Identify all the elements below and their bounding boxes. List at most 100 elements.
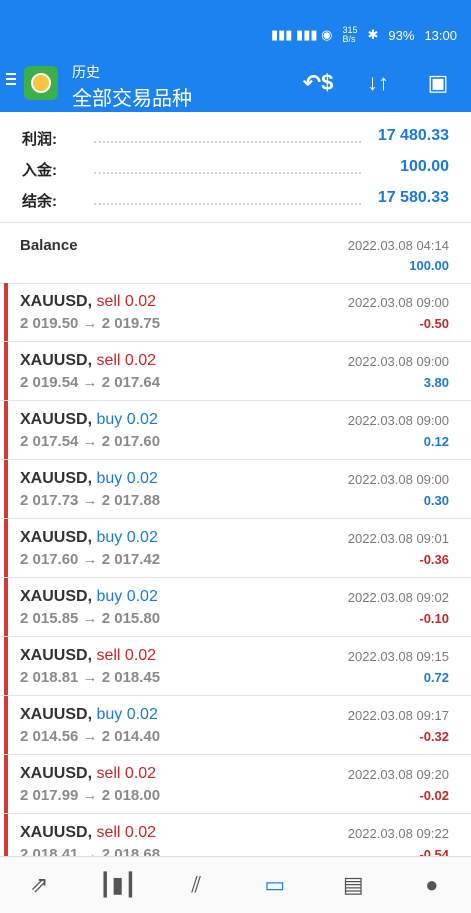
trade-row[interactable]: XAUUSD, sell 0.02 2 018.81 → 2 018.45 2022…	[0, 637, 471, 696]
trade-symbol: XAUUSD, sell 0.02	[20, 352, 156, 370]
trade-row[interactable]: XAUUSD, sell 0.02 2 019.54 → 2 017.64 2022…	[0, 342, 471, 401]
quotes-arrows-icon[interactable]: ⇗	[19, 865, 59, 905]
trade-row[interactable]: XAUUSD, buy 0.02 2 017.54 → 2 017.60 2022.…	[0, 401, 471, 460]
symbol-text: XAUUSD,	[20, 470, 93, 487]
symbol-text: XAUUSD,	[20, 411, 93, 428]
app-logo	[24, 66, 58, 100]
trade-side: buy 0.02	[96, 529, 158, 546]
trade-row[interactable]: XAUUSD, sell 0.02 2 017.99 → 2 018.00 2022…	[0, 755, 471, 814]
summary-panel: 利润: 17 480.33 入金: 100.00 结余: 17 580.33	[0, 124, 471, 217]
bluetooth-icon: ✱	[367, 27, 379, 42]
clock: 13:00	[424, 27, 457, 43]
trade-indicator-bar	[4, 637, 8, 695]
trade-indicator-bar	[4, 460, 8, 518]
trade-row[interactable]: XAUUSD, buy 0.02 2 017.60 → 2 017.42 2022.…	[0, 519, 471, 578]
trade-prices: 2 017.54 → 2 017.60	[20, 433, 161, 450]
trade-side: sell 0.02	[96, 293, 157, 310]
trade-profit: -0.54	[419, 847, 449, 856]
trade-date: 2022.03.08 09:20	[347, 767, 449, 782]
trade-prices: 2 015.85 → 2 015.80	[20, 610, 161, 627]
trade-icon[interactable]: ⫽	[176, 865, 216, 905]
trade-symbol: XAUUSD, sell 0.02	[20, 647, 156, 665]
trade-prices: 2 018.41 → 2 018.68	[20, 846, 161, 856]
balance-date: 2022.03.08 04:14	[347, 238, 449, 253]
net-speed: 315 B/s	[342, 25, 358, 44]
trade-symbol: XAUUSD, buy 0.02	[20, 529, 158, 547]
trade-profit: -0.02	[419, 788, 449, 803]
candlestick-chart-icon[interactable]: ┃▮┃	[98, 865, 138, 905]
trade-profit: -0.32	[419, 729, 449, 744]
news-icon[interactable]: ▤	[333, 865, 373, 905]
menu-icon[interactable]	[6, 70, 16, 88]
trade-row[interactable]: XAUUSD, buy 0.02 2 017.73 → 2 017.88 2022.…	[0, 460, 471, 519]
symbol-text: XAUUSD,	[20, 765, 93, 782]
history-inbox-icon[interactable]: ▭	[255, 865, 295, 905]
trade-prices: 2 019.54 → 2 017.64	[20, 374, 161, 391]
deposit-withdraw-icon[interactable]: ↶$	[303, 70, 334, 96]
trade-prices: 2 019.50 → 2 019.75	[20, 315, 161, 332]
trade-profit: -0.10	[419, 611, 449, 626]
summary-value: 17 480.33	[377, 127, 449, 144]
trade-profit: -0.36	[419, 552, 449, 567]
trade-row[interactable]: XAUUSD, sell 0.02 2 019.50 → 2 019.75 2022…	[0, 283, 471, 342]
trade-symbol: XAUUSD, buy 0.02	[20, 470, 158, 488]
trade-row[interactable]: XAUUSD, sell 0.02 2 018.41 → 2 018.68 2022…	[0, 814, 471, 856]
trade-indicator-bar	[4, 519, 8, 577]
trade-date: 2022.03.08 09:15	[347, 649, 449, 664]
summary-row-deposit: 入金: 100.00	[0, 155, 471, 186]
trade-side: buy 0.02	[96, 411, 158, 428]
balance-label: Balance	[20, 237, 78, 254]
summary-label: 利润:	[22, 131, 57, 148]
trade-side: sell 0.02	[96, 765, 157, 782]
trade-side: sell 0.02	[96, 352, 157, 369]
summary-row-profit: 利润: 17 480.33	[0, 124, 471, 155]
page-title[interactable]: 全部交易品种	[72, 82, 192, 111]
trade-indicator-bar	[4, 342, 8, 400]
trade-date: 2022.03.08 09:00	[347, 354, 449, 369]
trade-symbol: XAUUSD, sell 0.02	[20, 824, 156, 842]
balance-amount: 100.00	[409, 258, 449, 273]
trade-profit: -0.50	[419, 316, 449, 331]
trade-indicator-bar	[4, 578, 8, 636]
trade-prices: 2 018.81 → 2 018.45	[20, 669, 161, 686]
calendar-icon[interactable]: ▣	[423, 70, 453, 96]
symbol-text: XAUUSD,	[20, 647, 93, 664]
trade-symbol: XAUUSD, buy 0.02	[20, 588, 158, 606]
status-bar: ▮▮▮ ▮▮▮ ◉ 315 B/s ✱ 93% 13:00	[271, 26, 457, 44]
trade-side: buy 0.02	[96, 706, 158, 723]
trade-profit: 0.30	[423, 493, 449, 508]
trade-list[interactable]: XAUUSD, sell 0.02 2 019.50 → 2 019.75 2022…	[0, 283, 471, 856]
balance-entry[interactable]: Balance 2022.03.08 04:14 100.00	[0, 222, 471, 284]
trade-row[interactable]: XAUUSD, buy 0.02 2 015.85 → 2 015.80 2022.…	[0, 578, 471, 637]
trade-date: 2022.03.08 09:17	[347, 708, 449, 723]
trade-indicator-bar	[4, 401, 8, 459]
trade-side: sell 0.02	[96, 824, 157, 841]
summary-value: 100.00	[400, 158, 449, 175]
trade-symbol: XAUUSD, buy 0.02	[20, 411, 158, 429]
trade-indicator-bar	[4, 755, 8, 813]
symbol-text: XAUUSD,	[20, 706, 93, 723]
trade-date: 2022.03.08 09:00	[347, 472, 449, 487]
symbol-text: XAUUSD,	[20, 352, 93, 369]
symbol-text: XAUUSD,	[20, 824, 93, 841]
summary-label: 结余:	[22, 193, 57, 210]
trade-side: sell 0.02	[96, 647, 157, 664]
trade-row[interactable]: XAUUSD, buy 0.02 2 014.56 → 2 014.40 2022.…	[0, 696, 471, 755]
trade-prices: 2 014.56 → 2 014.40	[20, 728, 161, 745]
trade-profit: 0.12	[423, 434, 449, 449]
bottom-navigation: ⇗ ┃▮┃ ⫽ ▭ ▤ ●	[0, 856, 471, 913]
sort-icon[interactable]: ↓↑	[363, 70, 393, 96]
trade-date: 2022.03.08 09:01	[347, 531, 449, 546]
summary-label: 入金:	[22, 162, 57, 179]
trade-symbol: XAUUSD, buy 0.02	[20, 706, 158, 724]
trade-date: 2022.03.08 09:02	[347, 590, 449, 605]
trade-date: 2022.03.08 09:00	[347, 413, 449, 428]
page-subtitle: 历史	[72, 64, 100, 80]
trade-prices: 2 017.73 → 2 017.88	[20, 492, 161, 509]
summary-value: 17 580.33	[377, 189, 449, 206]
trade-date: 2022.03.08 09:22	[347, 826, 449, 841]
app-bar: ▮▮▮ ▮▮▮ ◉ 315 B/s ✱ 93% 13:00 历史 全部交易品种 …	[0, 0, 471, 112]
trade-profit: 0.72	[423, 670, 449, 685]
trade-symbol: XAUUSD, sell 0.02	[20, 293, 156, 311]
chat-icon[interactable]: ●	[412, 865, 452, 905]
